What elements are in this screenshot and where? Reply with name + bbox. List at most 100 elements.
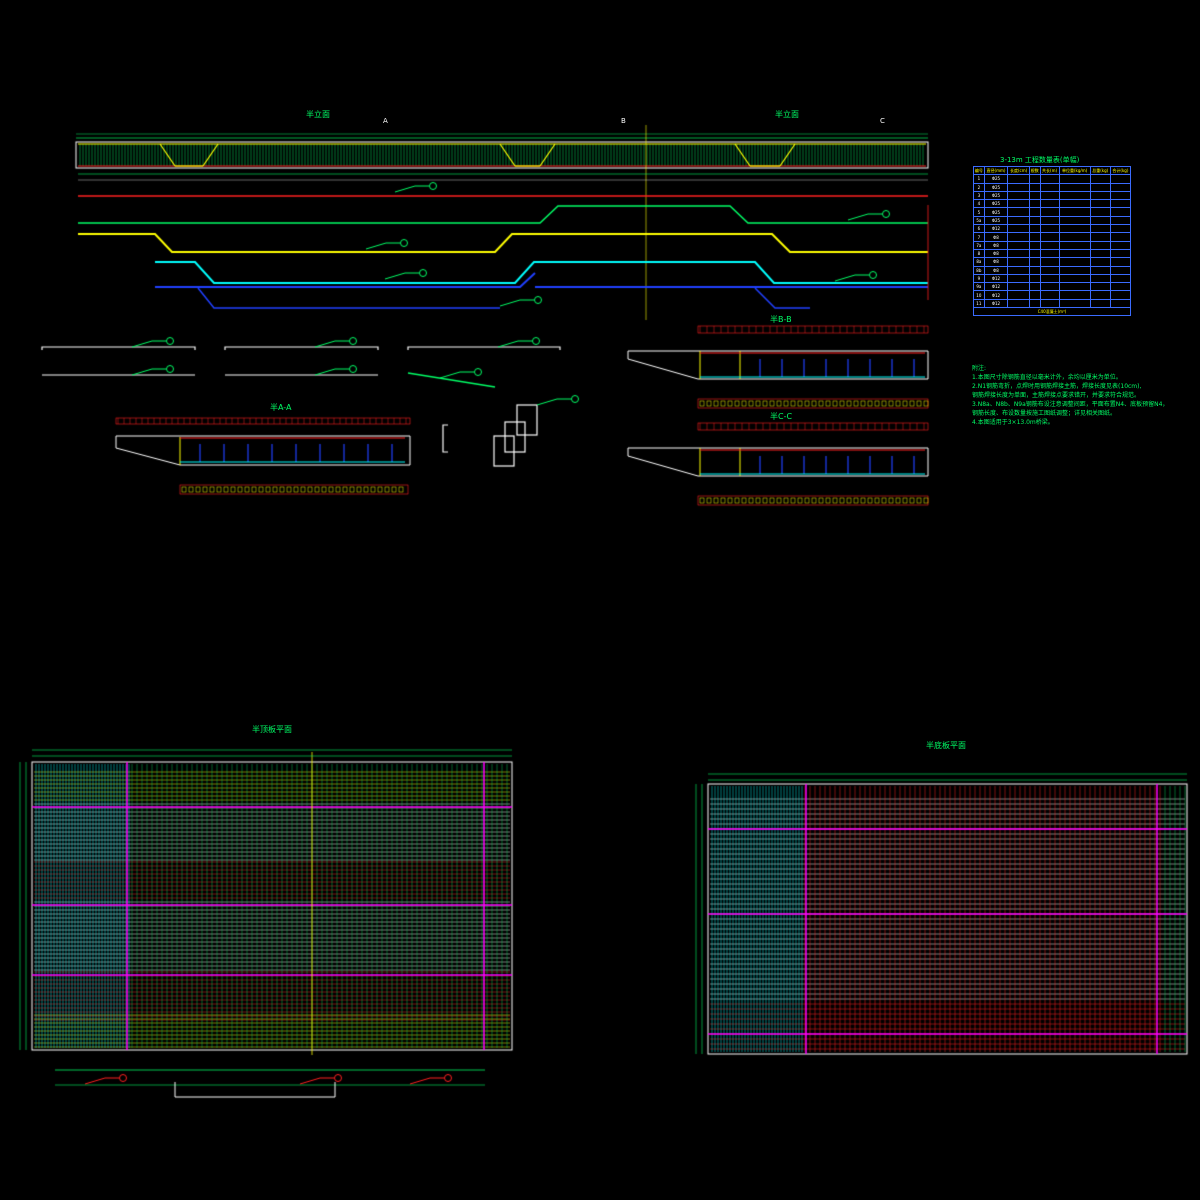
table-row: 8b Φ8 — [973, 265, 1132, 275]
table-footer-row: C40混凝土(m³) — [973, 307, 1131, 317]
table-row: 2 Φ25 — [973, 182, 1132, 192]
table-cell — [1028, 240, 1041, 250]
table-cell — [1028, 290, 1041, 300]
table-cell — [1007, 199, 1030, 209]
table-cell — [1109, 282, 1132, 292]
table-cell — [1039, 298, 1060, 309]
table-cell — [1109, 273, 1132, 284]
table-row: 11 Φ12 — [973, 298, 1132, 309]
table-cell — [1007, 248, 1030, 259]
table-cell: Φ25 — [983, 215, 1009, 226]
table-cell — [1028, 174, 1041, 184]
table-cell: Φ25 — [983, 199, 1009, 209]
table-cell — [1109, 298, 1132, 309]
table-cell — [1028, 207, 1041, 217]
table-cell — [1039, 257, 1060, 267]
table-header-cell: 单位重(kg/m) — [1058, 165, 1091, 176]
table-cell — [1039, 290, 1060, 300]
table-header-row: 编号 直径(mm) 长度(cm) 根数 共长(m) 单位重(kg/m) 总重(kg) 合计(k… — [973, 165, 1132, 176]
table-cell — [1089, 240, 1111, 250]
table-cell — [1109, 265, 1132, 275]
section-mark-b: B — [621, 117, 626, 125]
table-cell — [1089, 257, 1111, 267]
table-cell — [1039, 174, 1060, 184]
notes-heading: 附注: — [972, 365, 987, 372]
table-cell — [1007, 265, 1030, 275]
table-row: 7a Φ8 — [973, 240, 1132, 250]
table-header-cell: 编号 — [973, 165, 985, 176]
table-cell — [1039, 190, 1060, 201]
table-cell — [1007, 174, 1030, 184]
table-cell: 10 — [973, 290, 985, 300]
section-c-title: 半C-C — [770, 412, 793, 421]
table-cell — [1028, 257, 1041, 267]
table-cell — [1007, 257, 1030, 267]
note-line: 3.N8a、N8b、N9a钢筋布设注意调整间距，平面布置N4、底板预留N4， — [972, 401, 1169, 408]
table-cell — [1007, 207, 1030, 217]
table-cell: Φ8 — [983, 248, 1009, 259]
table-cell: Φ25 — [983, 207, 1009, 217]
table-cell: 9a — [973, 282, 985, 292]
table-cell: Φ8 — [983, 265, 1009, 275]
table-cell — [1089, 215, 1111, 226]
table-cell — [1058, 273, 1091, 284]
table-cell — [1007, 240, 1030, 250]
table-cell: Φ25 — [983, 190, 1009, 201]
table-row: 4 Φ25 — [973, 199, 1132, 209]
table-cell — [1109, 257, 1132, 267]
table-header-cell: 总重(kg) — [1089, 165, 1111, 176]
table-cell — [1109, 248, 1132, 259]
elevation-right-title: 半立面 — [775, 110, 799, 119]
table-cell — [1007, 298, 1030, 309]
table-cell — [1007, 232, 1030, 242]
table-cell: 9 — [973, 273, 985, 284]
table-cell — [1089, 265, 1111, 275]
table-cell — [1007, 282, 1030, 292]
table-footer: C40混凝土(m³) — [973, 307, 1131, 317]
table-cell — [1089, 190, 1111, 201]
table-cell — [1058, 215, 1091, 226]
table-cell — [1039, 273, 1060, 284]
table-cell — [1028, 182, 1041, 192]
table-cell: Φ25 — [983, 182, 1009, 192]
section-mark-a: A — [383, 117, 388, 125]
quantity-table: 编号 直径(mm) 长度(cm) 根数 共长(m) 单位重(kg/m) 总重(kg) 合计(k… — [973, 165, 1132, 317]
table-cell — [1028, 248, 1041, 259]
table-cell: Φ8 — [983, 257, 1009, 267]
table-cell — [1109, 190, 1132, 201]
table-cell — [1089, 182, 1111, 192]
table-row: 8 Φ8 — [973, 248, 1132, 259]
table-cell: 7 — [973, 232, 985, 242]
table-cell: 3 — [973, 190, 985, 201]
table-cell — [1007, 290, 1030, 300]
table-cell — [1039, 232, 1060, 242]
table-cell: 1 — [973, 174, 985, 184]
table-cell — [1007, 273, 1030, 284]
table-header-cell: 直径(mm) — [983, 165, 1009, 176]
table-cell: Φ12 — [983, 290, 1009, 300]
elevation-left-title: 半立面 — [306, 110, 330, 119]
table-header-cell: 根数 — [1028, 165, 1041, 176]
table-cell — [1109, 224, 1132, 234]
table-cell — [1109, 290, 1132, 300]
note-line: 1.本图尺寸除钢筋直径以毫米计外，余均以厘米为单位。 — [972, 374, 1122, 381]
table-cell — [1039, 240, 1060, 250]
table-cell — [1089, 290, 1111, 300]
table-cell — [1028, 282, 1041, 292]
table-cell — [1028, 199, 1041, 209]
table-cell: 8a — [973, 257, 985, 267]
table-cell: 4 — [973, 199, 985, 209]
table-cell: 8b — [973, 265, 985, 275]
table-cell — [1007, 224, 1030, 234]
table-cell: 7a — [973, 240, 985, 250]
table-cell — [1028, 273, 1041, 284]
table-cell — [1089, 207, 1111, 217]
table-header-cell: 长度(cm) — [1007, 165, 1030, 176]
table-row: 6 Φ12 — [973, 224, 1132, 234]
table-cell — [1058, 190, 1091, 201]
table-cell — [1058, 232, 1091, 242]
quantity-table-title: 3-13m 工程数量表(单幅) — [1000, 156, 1080, 164]
table-header-cell: 合计(kg) — [1109, 165, 1132, 176]
table-row: 8a Φ8 — [973, 257, 1132, 267]
table-cell: 8 — [973, 248, 985, 259]
